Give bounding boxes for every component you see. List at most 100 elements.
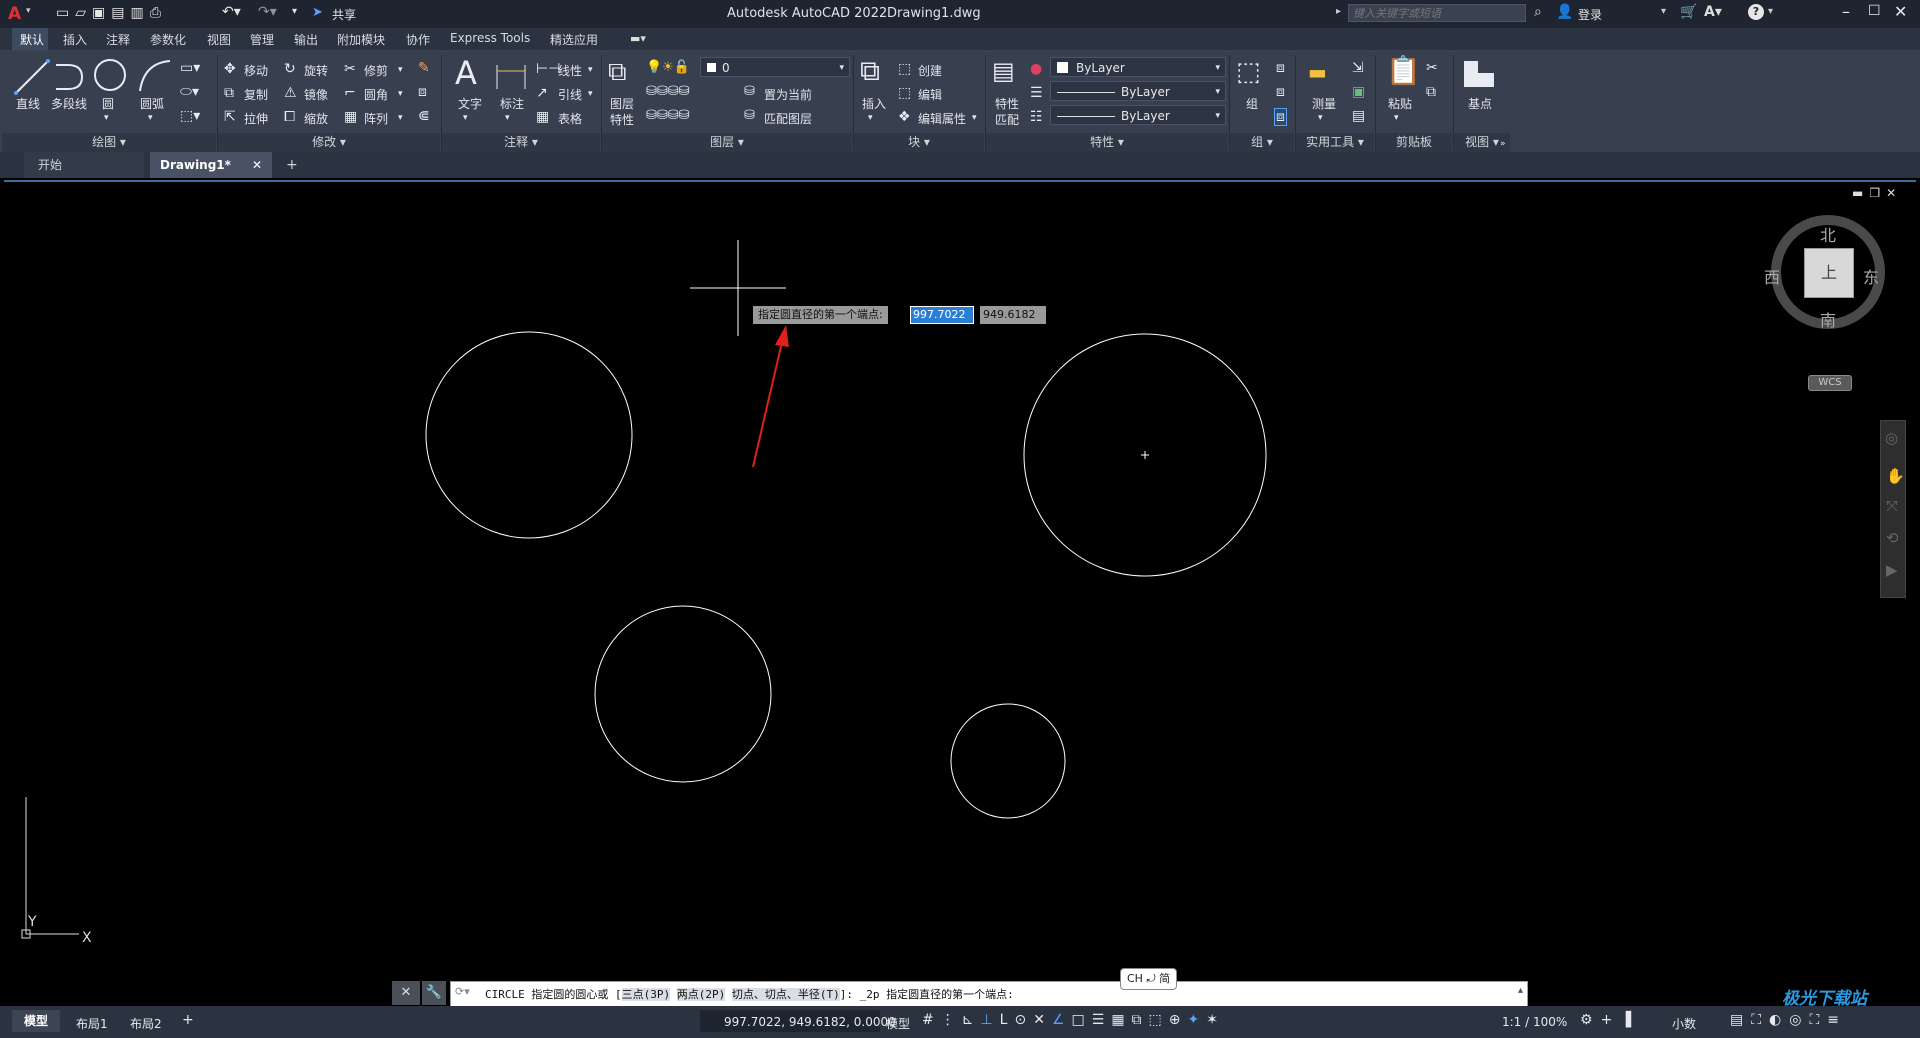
autodesk-app-icon[interactable]: A▾ [1704,4,1722,20]
ungroup-icon[interactable]: ⧈ [1276,61,1285,75]
array-icon[interactable]: ▦ [344,110,357,124]
tab-manage[interactable]: 管理 [246,31,278,48]
arc-dropdown-icon[interactable]: ▾ [148,111,153,125]
status-extra-tools[interactable]: ▤⛶◐◎⛶≡ [1730,1012,1847,1028]
text-dropdown-icon[interactable]: ▾ [463,111,468,125]
osnap-icon[interactable]: ∠ [1052,1012,1072,1028]
cart-icon[interactable]: 🛒 [1680,4,1697,20]
arc-tool-icon[interactable] [136,57,172,93]
model-layout-tab[interactable]: 模型 [12,1010,61,1032]
new-file-icon[interactable]: ▭ [56,5,75,21]
isometric-icon[interactable]: ✕ [1033,1012,1052,1028]
move-icon[interactable]: ✥ [224,62,236,76]
snap-icon[interactable]: ⋮ [941,1012,962,1028]
annotation-scale[interactable]: 1:1 / 100% [1502,1015,1567,1029]
layer-props-label-2[interactable]: 特性 [610,111,634,128]
tab-output[interactable]: 输出 [290,31,322,48]
layers-panel-title[interactable]: 图层 ▾ [602,133,852,152]
viewport-close-icon[interactable]: ✕ [1886,186,1902,200]
polyline-tool-icon[interactable] [52,59,88,95]
dynamic-input-x[interactable]: 997.7022 [910,306,974,324]
match-layer-label[interactable]: 匹配图层 [764,110,812,127]
tab-annotate[interactable]: 注释 [102,31,134,48]
ribbon-options-icon[interactable]: ▬▾ [630,32,646,45]
trim-label[interactable]: 修剪 [364,62,388,79]
paste-icon[interactable]: 📋 [1386,57,1421,85]
gizmo-icon[interactable]: ⊕ [1169,1012,1188,1028]
quick-select-icon[interactable]: ⇲ [1352,61,1364,75]
hardware-accel-icon[interactable]: ◎ [1789,1012,1809,1028]
ime-indicator[interactable]: CH ⤾ 简 [1120,968,1178,990]
help-dropdown-icon[interactable]: ▾ [1768,6,1773,17]
open-file-icon[interactable]: ▱ [75,5,92,21]
properties-panel-title[interactable]: 特性 ▾ [986,133,1228,152]
close-tab-icon[interactable]: ✕ [252,152,262,178]
annotation-monitor-icon[interactable]: ✦ [1188,1012,1207,1028]
paste-label[interactable]: 粘贴 [1388,95,1412,112]
share-icon[interactable]: ➤ [312,5,323,20]
drafting-aids[interactable]: #⋮⊾⊥L⊙✕∠□☰▦⧉⬚⊕✦✶ [922,1012,1225,1028]
login-dropdown-icon[interactable]: ▾ [1661,6,1666,17]
leader-label[interactable]: 引线 [558,86,582,103]
units-dropdown[interactable]: 小数 [1672,1015,1696,1032]
polyline-label[interactable]: 多段线 [51,95,87,112]
grid-icon[interactable]: # [922,1012,941,1028]
orbit-icon[interactable]: ⟲ [1886,529,1899,547]
command-history-icon[interactable]: ▴ [1518,985,1523,996]
explode-icon[interactable]: ⧈ [418,85,427,99]
recent-commands-icon[interactable]: ⟳▾ [455,985,470,998]
draw-panel-title[interactable]: 绘图 ▾ [2,133,216,152]
edit-label[interactable]: 编辑 [918,86,942,103]
arc-label[interactable]: 圆弧 [140,95,164,112]
erase-icon[interactable]: ✎ [418,61,430,75]
edit-attrs-dropdown-icon[interactable]: ▾ [972,111,977,125]
layout2-tab[interactable]: 布局2 [130,1015,162,1032]
paste-dropdown-icon[interactable]: ▾ [1394,111,1399,125]
fillet-label[interactable]: 圆角 [364,86,388,103]
lineweight-dropdown[interactable]: ByLayer ▾ [1050,105,1226,125]
measure-dropdown-icon[interactable]: ▾ [1318,111,1323,125]
close-icon[interactable]: ✕ [1894,2,1907,21]
layer-on-icon[interactable]: 💡☀🔓 [646,61,690,75]
command-close-icon[interactable]: ✕ [392,981,420,1005]
tab-addins[interactable]: 附加模块 [333,31,389,48]
login-button[interactable]: 登录 [1578,6,1602,23]
option-ttr[interactable]: 切点、切点、半径(T) [731,988,840,1001]
model-space-button[interactable]: 模型 [886,1015,910,1032]
insert-block-icon[interactable]: ⧉ [860,57,880,85]
quick-properties-icon[interactable]: ▤ [1730,1012,1751,1028]
lock-ui-icon[interactable]: ⛶ [1751,1012,1769,1028]
stretch-label[interactable]: 拉伸 [244,110,268,127]
insert-label[interactable]: 插入 [862,95,886,112]
line-label[interactable]: 直线 [16,95,40,112]
circle-entity-4[interactable] [950,703,1066,819]
help-icon[interactable]: ? [1748,4,1764,20]
dimension-dropdown-icon[interactable]: ▾ [505,111,510,125]
ortho-icon[interactable]: L [1000,1012,1015,1028]
fillet-dropdown-icon[interactable]: ▾ [398,87,403,101]
annotation-visibility-icon[interactable]: ✶ [1206,1012,1225,1028]
user-icon[interactable]: 👤 [1556,4,1573,20]
search-expand-icon[interactable]: ▸ [1336,6,1341,17]
autocad-logo-icon[interactable]: A [8,4,21,24]
layer-properties-icon[interactable]: ⧉ [608,59,627,85]
viewport-restore-icon[interactable]: ❐ [1869,186,1886,200]
rotate-icon[interactable]: ↻ [284,62,296,76]
selection-cycle-icon[interactable]: ⧉ [1132,1012,1149,1028]
dynamic-input-icon[interactable]: ⊥ [980,1012,999,1028]
scale-icon[interactable]: ⧠ [284,110,295,124]
search-input[interactable] [1348,4,1526,22]
app-menu-chevron-icon[interactable]: ▾ [26,6,31,16]
move-label[interactable]: 移动 [244,62,268,79]
create-label[interactable]: 创建 [918,62,942,79]
offset-icon[interactable]: ⋐ [418,109,430,123]
utilities-panel-title[interactable]: 实用工具 ▾ [1296,133,1374,152]
viewport-minimize-icon[interactable]: ▬ [1852,186,1869,200]
linetype-dropdown[interactable]: ByLayer ▾ [1050,81,1226,101]
linear-dim-icon[interactable]: ⊢⊣ [536,62,560,76]
tab-express-tools[interactable]: Express Tools [446,31,534,45]
viewport-controls[interactable]: ▬❐✕ [1852,186,1902,200]
tab-parametric[interactable]: 参数化 [146,31,190,48]
text-tool-icon[interactable]: A [455,57,477,89]
table-icon[interactable]: ▦ [536,110,549,124]
